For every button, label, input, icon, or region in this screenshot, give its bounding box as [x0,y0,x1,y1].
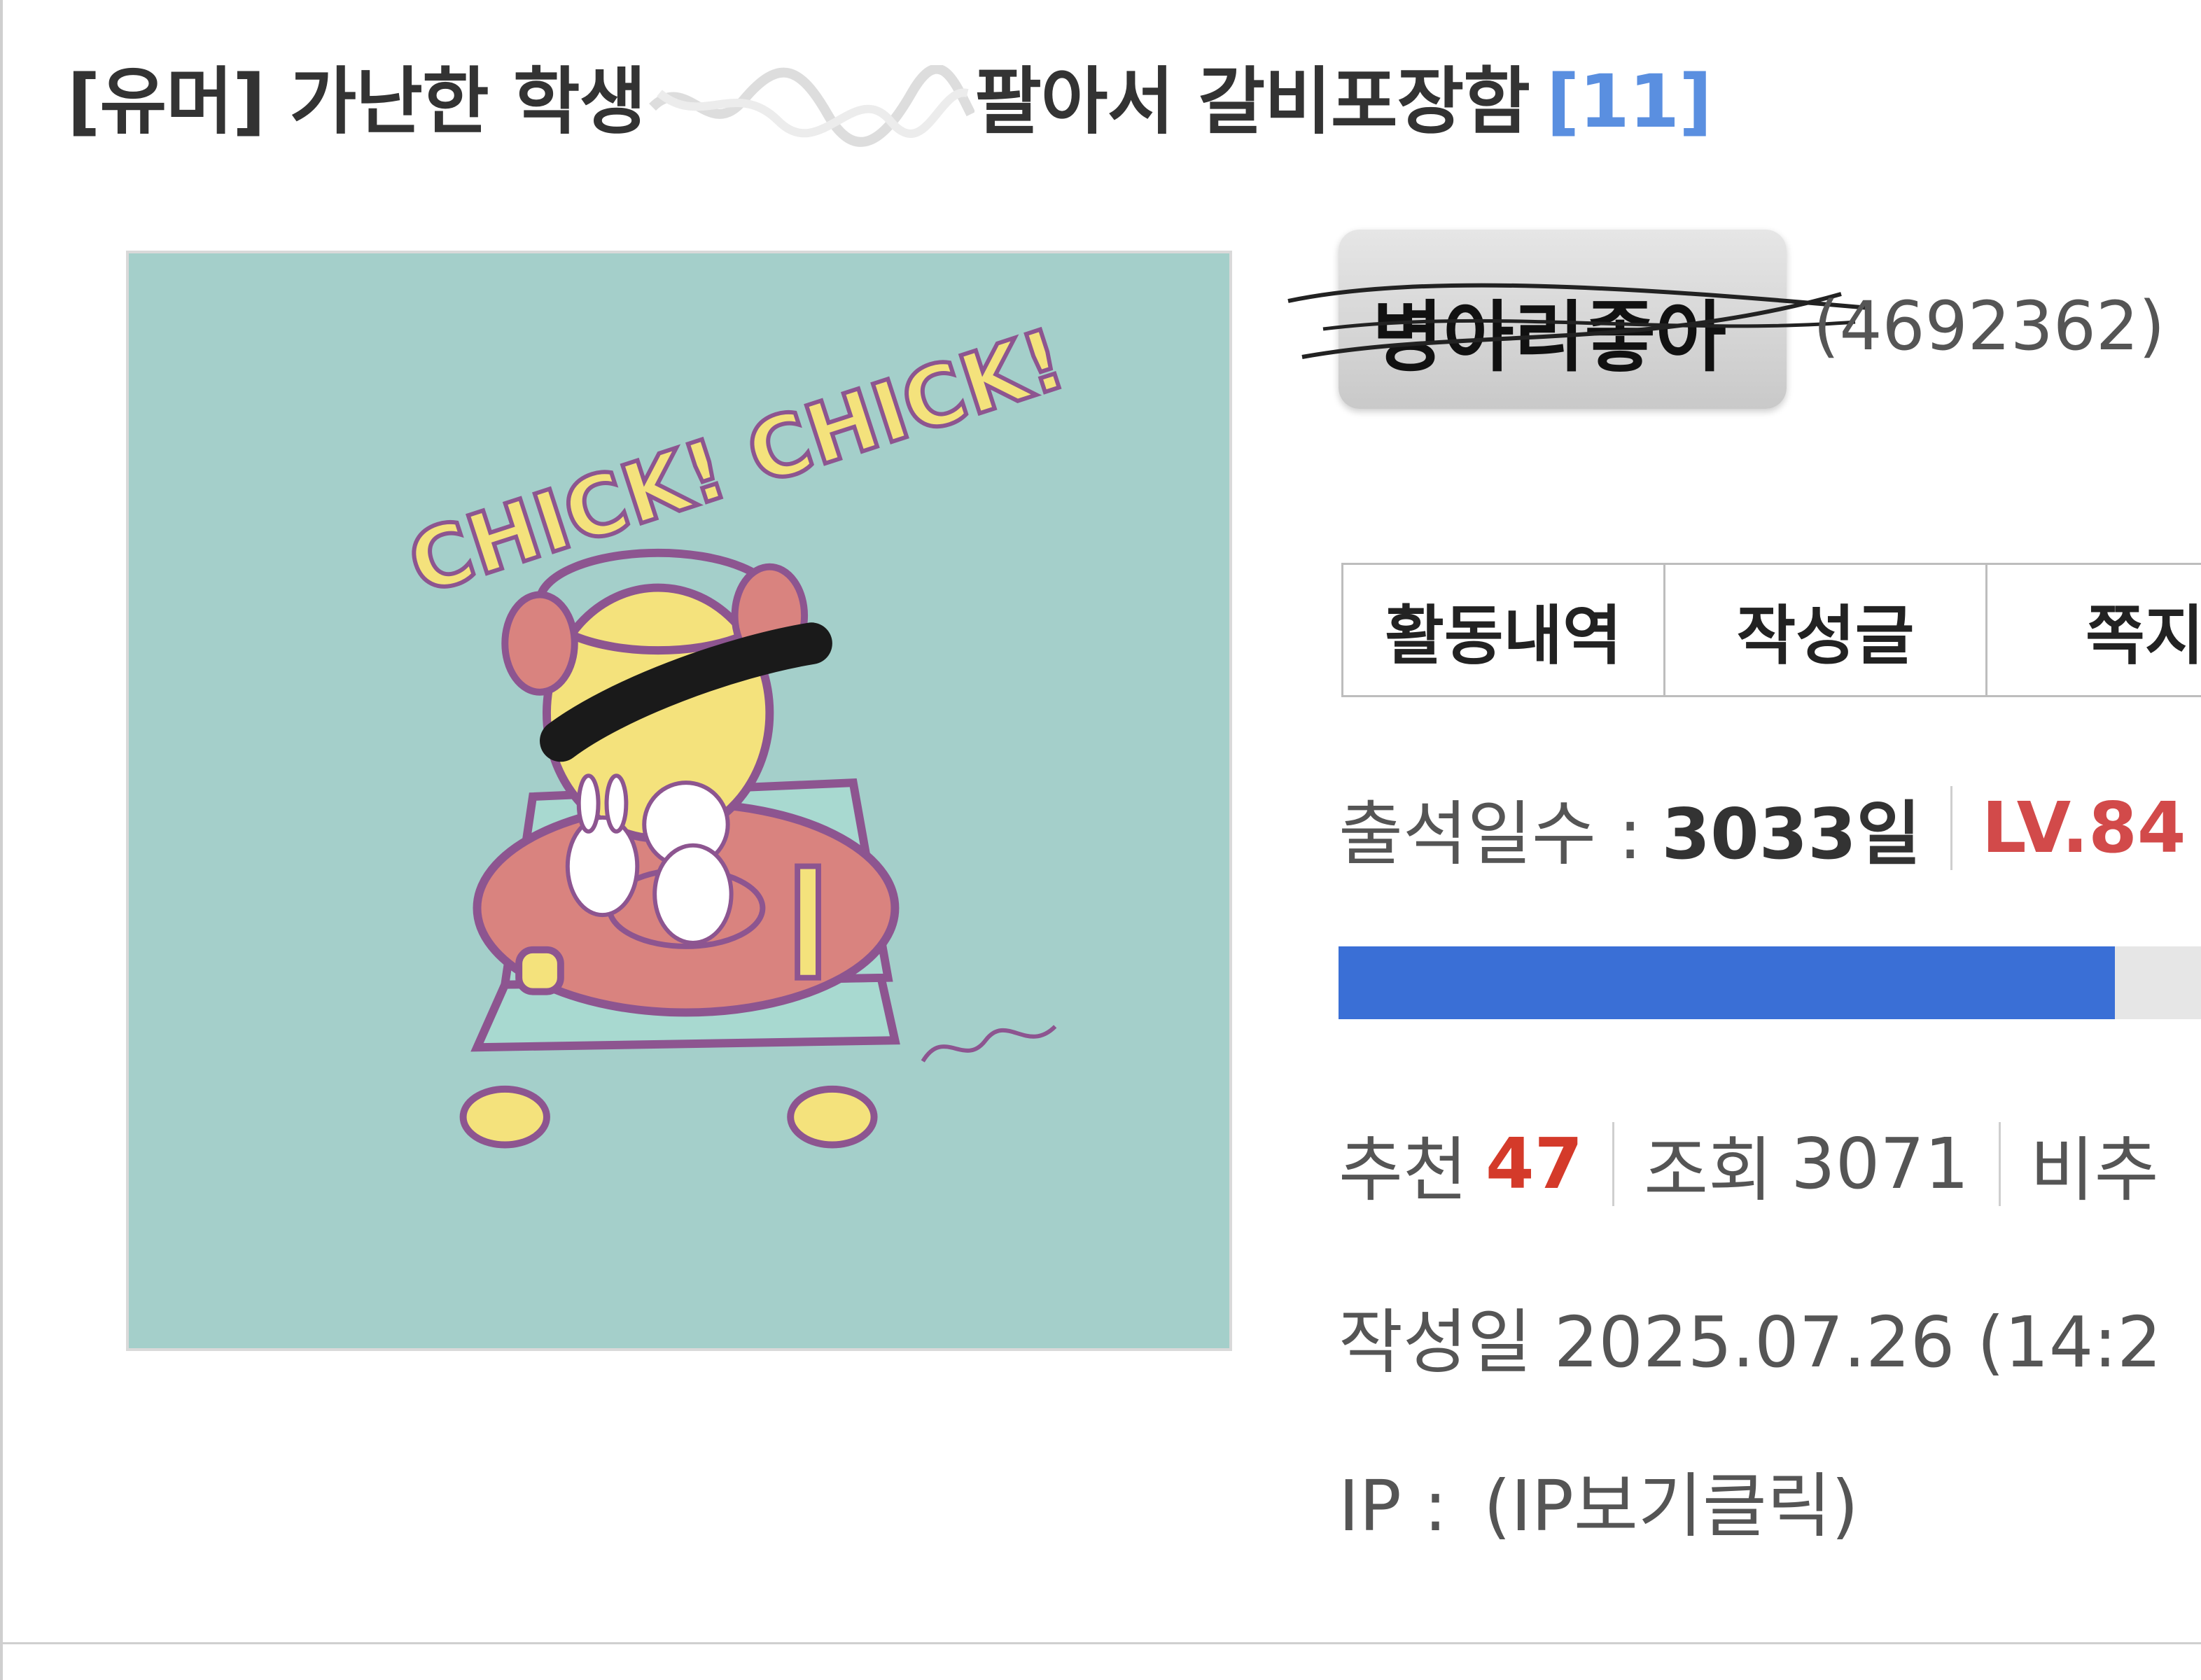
dislike-label: 비추 [2029,1129,2159,1211]
post-stats: 추천 47 조회 3071 비추 [1339,1113,2159,1214]
views-count: 3071 [1791,1123,1969,1205]
attendance-days: 3033일 [1661,793,1921,875]
ip-row: IP : (IP보기클릭) [1339,1449,1859,1550]
ip-label: IP : [1339,1465,1448,1547]
profile-image: CHICK! CHICK! [126,251,1232,1351]
profile-tabs: 활동내역 작성글 쪽지 [1341,563,2201,697]
post-date: 작성일 2025.07.26 (14:2 [1339,1301,2162,1383]
divider [1950,785,1952,870]
post-title-prefix: [유머] 가난한 학생 [67,59,646,144]
ip-reveal-link[interactable]: (IP보기클릭) [1483,1465,1859,1547]
recommend-label: 추천 [1339,1129,1467,1211]
post-title: [유머] 가난한 학생 팔아서 갈비포장함 [11] [67,42,1712,149]
divider [1612,1121,1615,1206]
nickname[interactable]: 병아리좋아 [1372,274,1726,386]
attendance-row: 출석일수 : 3033일 LV.84 [1339,777,2186,878]
level-progress-bar [1339,946,2201,1019]
redaction-scribble [645,64,976,149]
recommend-count: 47 [1486,1123,1584,1205]
divider-line [0,1642,2201,1644]
level-badge: LV.84 [1981,787,2186,869]
tab-posts[interactable]: 작성글 [1665,565,1987,695]
tab-messages[interactable]: 쪽지 [1987,565,2201,695]
comment-count-link[interactable]: [11] [1546,59,1712,144]
post-title-suffix: 팔아서 갈비포장함 [974,59,1530,144]
attendance-label: 출석일수 : [1339,793,1642,875]
divider [1998,1121,2001,1206]
level-progress-fill [1339,946,2115,1019]
member-id: (4692362) [1813,287,2165,365]
tab-activity[interactable]: 활동내역 [1343,565,1665,695]
views-label: 조회 [1644,1129,1773,1211]
